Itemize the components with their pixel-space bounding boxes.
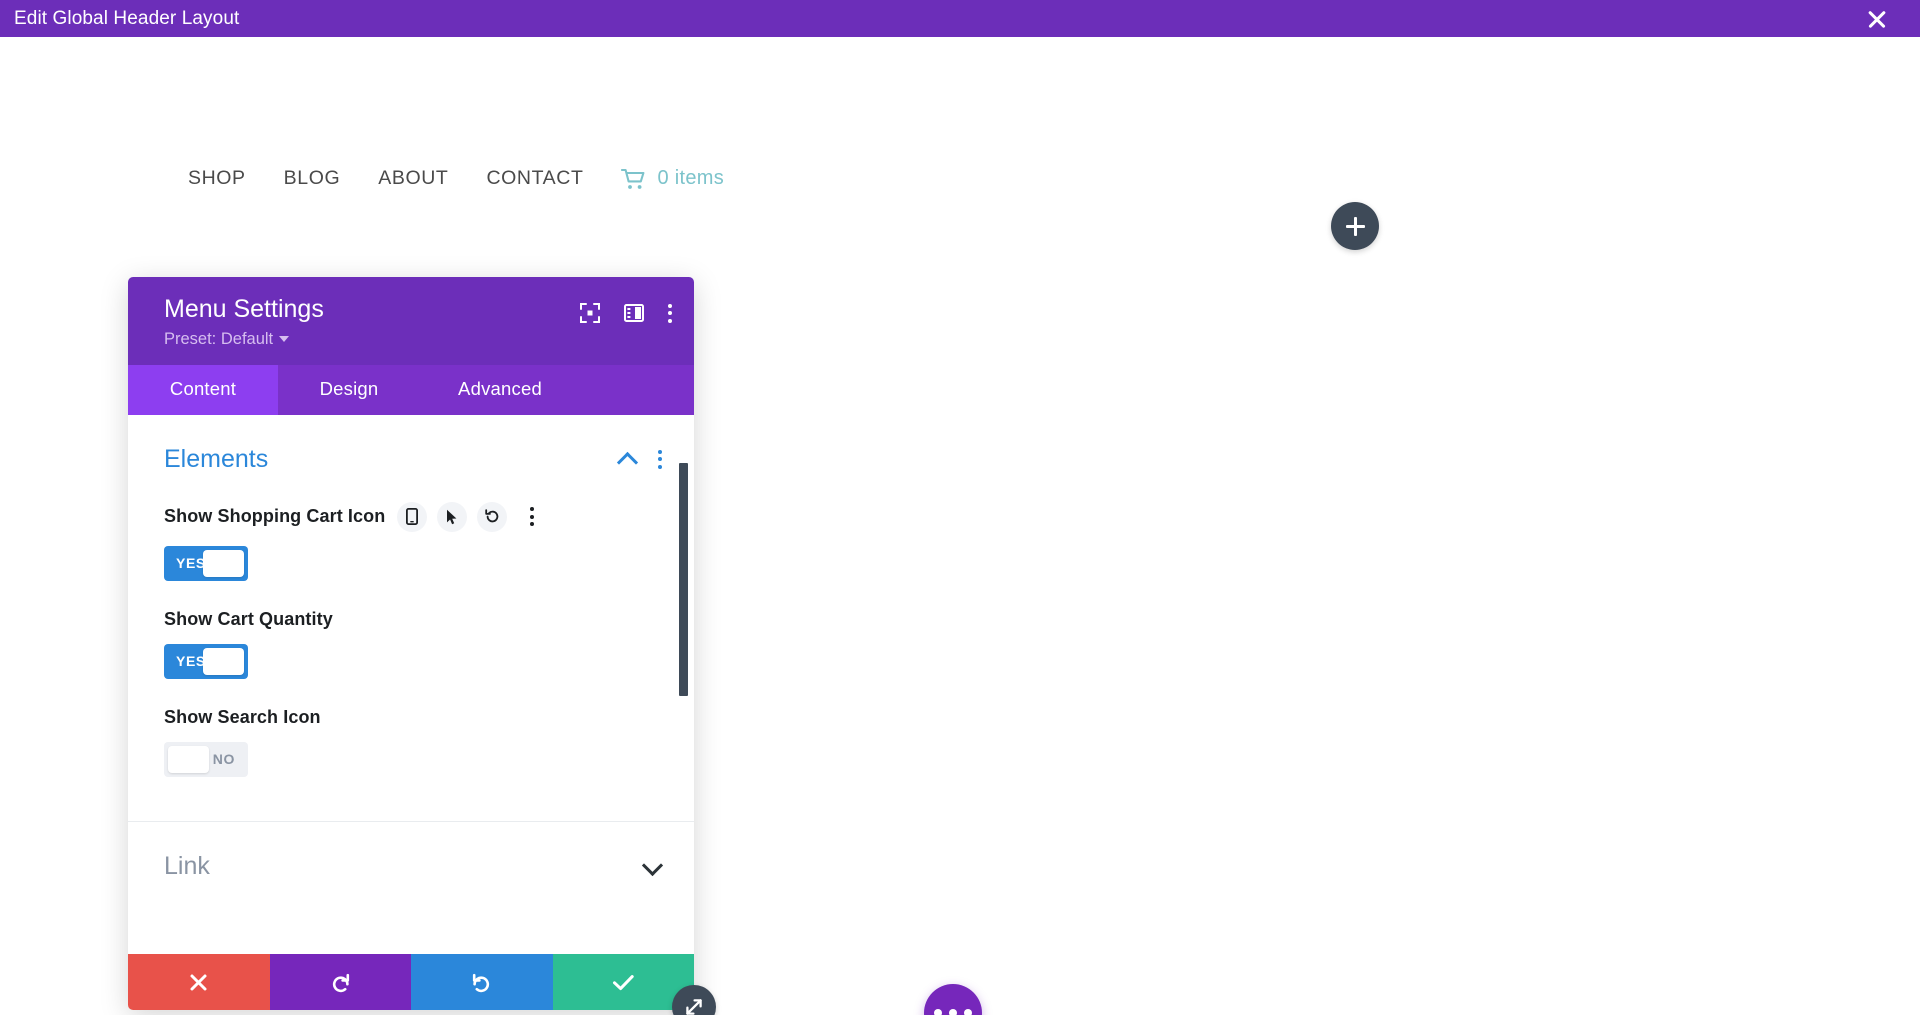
- toggle-state-label: YES: [176, 555, 206, 572]
- nav-link-shop[interactable]: SHOP: [188, 167, 246, 190]
- section-title-elements: Elements: [164, 444, 269, 473]
- divi-builder-menu-button[interactable]: [924, 984, 982, 1015]
- ellipsis-icon-dot-2: [949, 1009, 957, 1015]
- cart-count-label: 0 items: [657, 167, 725, 189]
- field-option-icons: [397, 501, 547, 532]
- site-navigation: SHOP BLOG ABOUT CONTACT 0 items: [188, 167, 724, 190]
- section-title-link: Link: [164, 851, 210, 880]
- nav-link-blog[interactable]: BLOG: [284, 167, 341, 190]
- field-options-icon[interactable]: [517, 502, 547, 532]
- close-icon: [190, 974, 207, 990]
- modal-footer: [128, 954, 694, 1010]
- screen-root: Edit Global Header Layout SHOP BLOG ABOU…: [0, 0, 1920, 1015]
- add-module-button[interactable]: [1331, 202, 1379, 250]
- toggle-state-label: NO: [212, 751, 235, 768]
- ellipsis-icon-dot-3: [964, 1009, 972, 1015]
- tab-content[interactable]: Content: [128, 364, 278, 415]
- focus-frame-icon[interactable]: [580, 303, 600, 323]
- toggle-knob: [203, 549, 244, 577]
- shopping-cart-icon: [621, 168, 647, 190]
- field-label: Show Cart Quantity: [164, 608, 333, 629]
- field-show-cart-quantity: Show Cart Quantity YES: [128, 581, 694, 679]
- tab-advanced[interactable]: Advanced: [420, 365, 580, 415]
- toggle-show-shopping-cart-icon[interactable]: YES: [164, 545, 248, 581]
- preset-selector[interactable]: Preset: Default: [164, 330, 324, 349]
- nav-link-about[interactable]: ABOUT: [378, 167, 448, 190]
- field-label: Show Shopping Cart Icon: [164, 506, 386, 527]
- plus-icon-vertical: [1353, 216, 1357, 236]
- field-label-row: Show Shopping Cart Icon: [164, 501, 658, 532]
- modal-tabs: Content Design Advanced: [128, 364, 694, 415]
- redo-icon: [472, 973, 489, 993]
- page-title: Edit Global Header Layout: [14, 8, 240, 29]
- toggle-knob: [168, 745, 209, 773]
- tab-design[interactable]: Design: [278, 365, 420, 415]
- modal-header-actions: [580, 303, 672, 323]
- section-header-link[interactable]: Link: [128, 822, 694, 911]
- chevron-down-icon[interactable]: [642, 860, 662, 873]
- hover-cursor-icon[interactable]: [437, 501, 468, 532]
- modal-header: Menu Settings Preset: Default: [128, 277, 694, 365]
- toggle-state-label: YES: [176, 653, 206, 670]
- undo-button[interactable]: [269, 954, 411, 1010]
- panel-layout-icon[interactable]: [624, 304, 644, 322]
- preset-label: Preset: Default: [164, 329, 274, 348]
- responsive-icon[interactable]: [397, 501, 428, 532]
- field-show-search-icon: Show Search Icon NO: [128, 679, 694, 777]
- undo-icon: [333, 973, 350, 993]
- reset-icon[interactable]: [477, 501, 508, 532]
- ellipsis-icon-dot-1: [934, 1009, 942, 1015]
- modal-title: Menu Settings: [164, 295, 324, 323]
- page-preview: SHOP BLOG ABOUT CONTACT 0 items Menu Set…: [0, 37, 1920, 1015]
- redo-button[interactable]: [411, 954, 553, 1010]
- toggle-show-cart-quantity[interactable]: YES: [164, 643, 248, 679]
- more-options-icon[interactable]: [668, 303, 672, 323]
- resize-diagonal-icon[interactable]: [672, 985, 716, 1015]
- field-label: Show Search Icon: [164, 706, 321, 727]
- close-icon[interactable]: [1864, 6, 1890, 32]
- settings-scrollbar[interactable]: [679, 462, 688, 696]
- toggle-show-search-icon[interactable]: NO: [164, 741, 248, 777]
- field-label-row: Show Cart Quantity: [164, 609, 658, 630]
- settings-scroll-area: Elements Show Shopping Cart Icon YES Sho…: [128, 415, 694, 954]
- chevron-down-icon: [279, 336, 290, 343]
- check-icon: [612, 974, 634, 990]
- section-header-elements[interactable]: Elements: [128, 415, 694, 474]
- menu-settings-modal: Menu Settings Preset: Default Content De…: [128, 277, 694, 1010]
- modal-body: Elements Show Shopping Cart Icon YES Sho…: [128, 414, 694, 954]
- section-options-icon[interactable]: [658, 449, 662, 469]
- modal-header-text: Menu Settings Preset: Default: [164, 295, 324, 349]
- cart-link[interactable]: 0 items: [621, 167, 724, 190]
- field-label-row: Show Search Icon: [164, 707, 658, 728]
- field-show-shopping-cart-icon: Show Shopping Cart Icon YES: [128, 474, 694, 581]
- wp-admin-topbar: Edit Global Header Layout: [0, 0, 1920, 37]
- toggle-knob: [203, 647, 244, 675]
- chevron-up-icon[interactable]: [618, 454, 636, 465]
- section-actions: [618, 449, 662, 469]
- cancel-button[interactable]: [128, 954, 270, 1010]
- nav-link-contact[interactable]: CONTACT: [486, 167, 583, 190]
